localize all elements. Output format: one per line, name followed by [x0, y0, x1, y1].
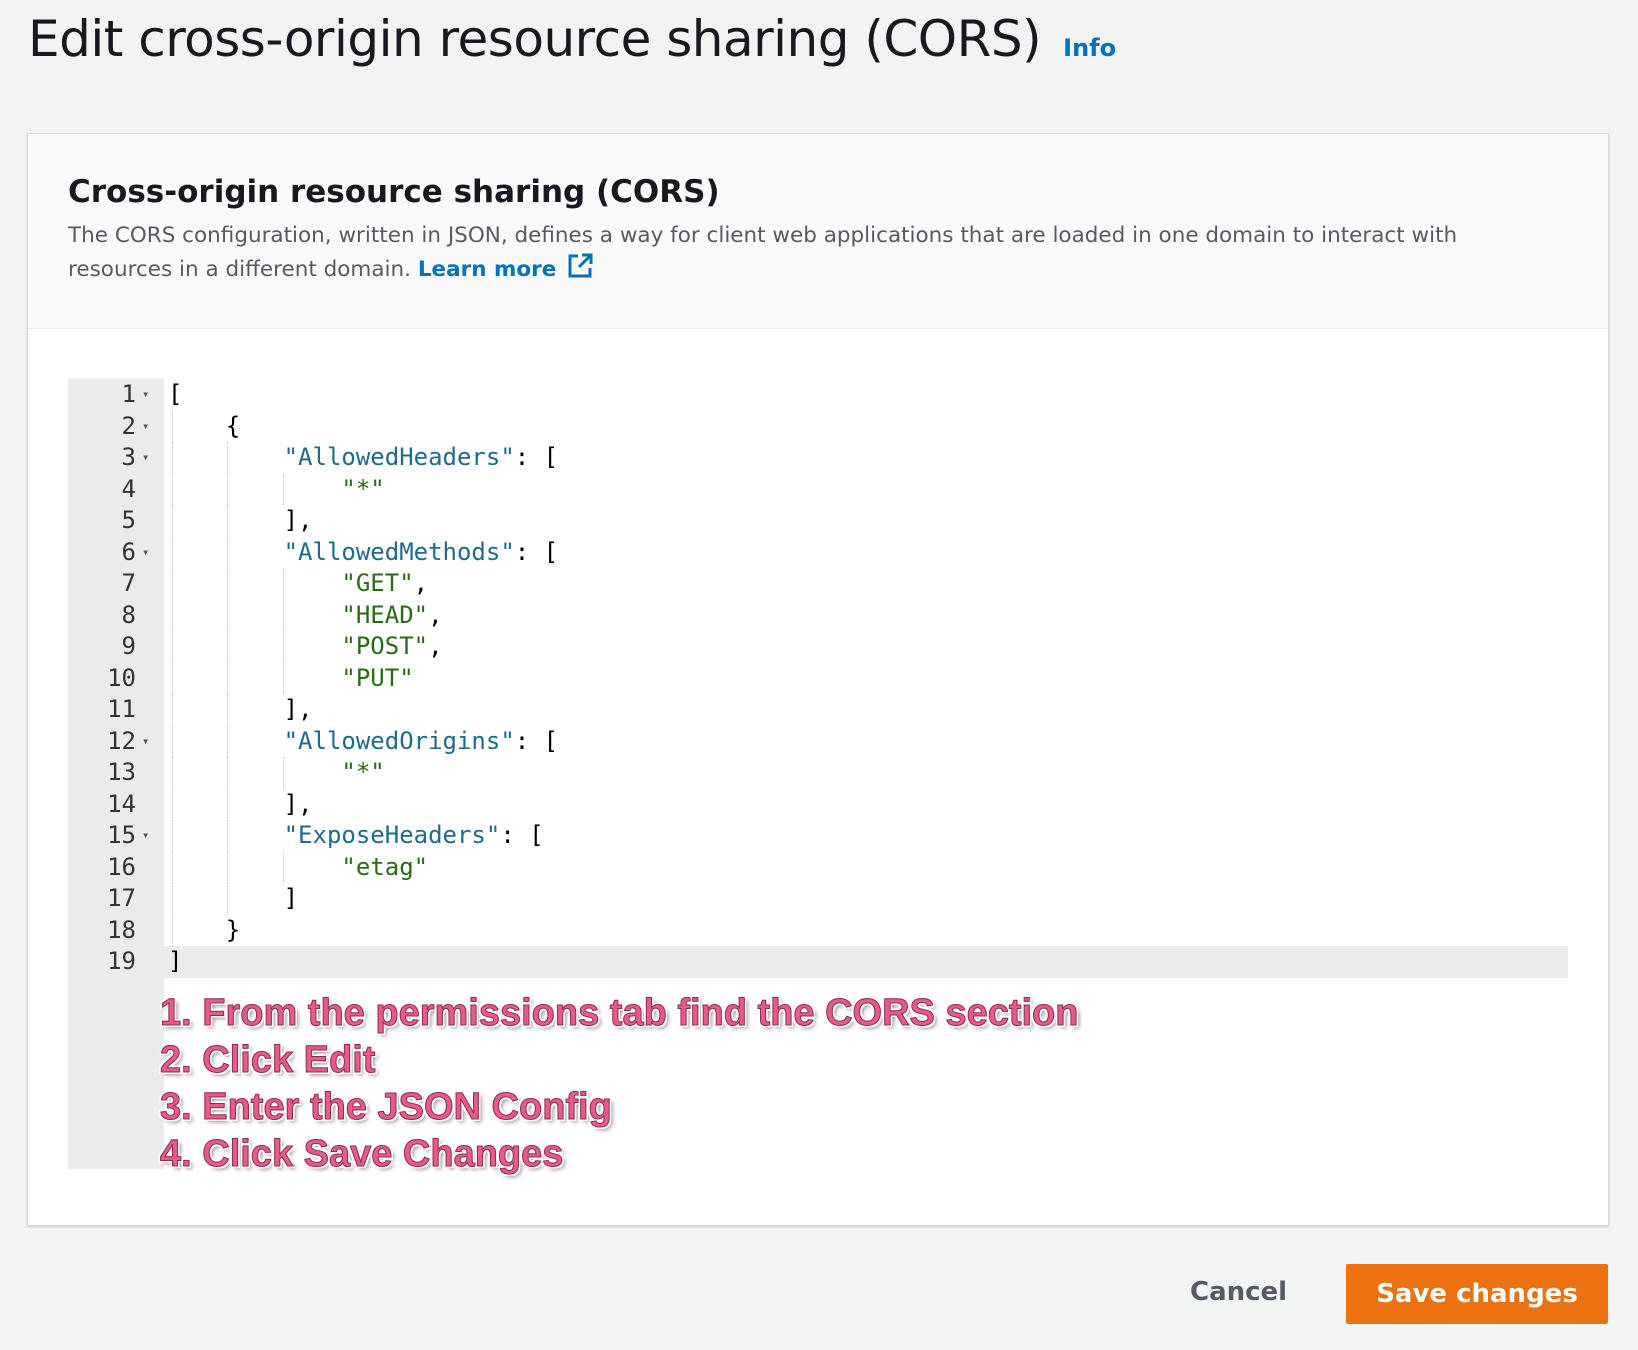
code-text: "ExposeHeaders": [	[283, 821, 544, 849]
code-line[interactable]: 14 ],	[68, 788, 1568, 820]
code-line[interactable]: 8 "HEAD",	[68, 599, 1568, 631]
line-number: 19	[107, 947, 136, 975]
annotation-step: 2. Click Edit	[159, 1039, 376, 1082]
code-text: "GET",	[341, 569, 429, 597]
line-number: 13	[107, 758, 136, 786]
line-number: 6	[121, 537, 136, 566]
line-number: 16	[107, 852, 136, 881]
code-line[interactable]: 10 "PUT"	[68, 662, 1568, 694]
editor-lines[interactable]: 1 ▾[2 ▾ {3 ▾ "AllowedHeaders": [4 "*" 5 ], 6 ▾…	[68, 379, 1568, 978]
line-number: 15	[107, 821, 136, 849]
learn-more-link[interactable]: Learn more	[417, 253, 595, 282]
line-number: 7	[121, 569, 136, 597]
cancel-button[interactable]: Cancel	[1170, 1262, 1307, 1322]
code-text: ],	[168, 789, 313, 818]
save-changes-button[interactable]: Save changes	[1346, 1264, 1608, 1324]
page-title: Edit cross-origin resource sharing (CORS…	[28, 10, 1042, 68]
line-number: 11	[107, 695, 136, 723]
code-text: {	[168, 411, 241, 440]
code-text: ],	[168, 695, 313, 723]
learn-more-label: Learn more	[417, 257, 557, 282]
info-link[interactable]: Info	[1063, 34, 1116, 62]
page-header: Edit cross-origin resource sharing (CORS…	[28, 10, 1116, 68]
code-text: ],	[168, 506, 313, 534]
line-number: 2	[121, 411, 136, 440]
code-line[interactable]: 12 ▾ "AllowedOrigins": [	[68, 725, 1568, 758]
code-line[interactable]: 1 ▾ [	[68, 379, 1568, 411]
code-text: ]	[168, 947, 183, 975]
code-line[interactable]: 16 "etag"	[68, 851, 1568, 883]
code-text: [	[168, 380, 183, 408]
instruction-annotations: 1. From the permissions tab find the COR…	[159, 990, 1079, 1178]
line-number: 4	[121, 474, 136, 503]
code-line[interactable]: 13 "*"	[68, 757, 1568, 789]
code-line[interactable]: 5 ],	[68, 505, 1568, 537]
code-line[interactable]: 2 ▾ {	[68, 410, 1568, 443]
fold-arrow-icon[interactable]: ▾	[142, 820, 149, 852]
code-text: "*"	[341, 758, 385, 786]
code-line[interactable]: 9 "POST",	[68, 631, 1568, 663]
panel-title: Cross-origin resource sharing (CORS)	[68, 174, 720, 210]
panel-description-text: The CORS configuration, written in JSON,…	[68, 223, 1458, 282]
code-text: ]	[168, 884, 299, 912]
code-text: "POST",	[341, 632, 443, 660]
code-line[interactable]: 15 ▾ "ExposeHeaders": [	[68, 820, 1568, 852]
panel-header: Cross-origin resource sharing (CORS) The…	[28, 134, 1608, 329]
code-text: "AllowedHeaders": [	[283, 443, 559, 471]
code-line[interactable]: 7 "GET",	[68, 568, 1568, 600]
code-text: "AllowedOrigins": [	[283, 726, 559, 755]
line-number: 1	[121, 380, 136, 408]
line-number: 5	[121, 506, 136, 534]
code-text: "AllowedMethods": [	[283, 537, 559, 566]
line-number: 12	[107, 726, 136, 755]
line-number: 9	[121, 632, 136, 660]
annotation-step: 4. Click Save Changes	[159, 1133, 564, 1176]
fold-arrow-icon[interactable]: ▾	[142, 411, 149, 443]
annotation-step: 1. From the permissions tab find the COR…	[159, 992, 1079, 1035]
panel-description: The CORS configuration, written in JSON,…	[68, 220, 1568, 290]
code-line[interactable]: 3 ▾ "AllowedHeaders": [	[68, 442, 1568, 474]
code-text: }	[168, 915, 241, 944]
fold-arrow-icon[interactable]: ▾	[142, 537, 149, 569]
line-number: 8	[121, 600, 136, 629]
code-text: "etag"	[341, 852, 429, 881]
line-number: 10	[107, 663, 136, 692]
code-line[interactable]: 19]	[68, 946, 1568, 978]
code-line[interactable]: 11 ],	[68, 694, 1568, 726]
annotation-step: 3. Enter the JSON Config	[159, 1086, 612, 1129]
fold-arrow-icon[interactable]: ▾	[142, 379, 149, 411]
line-number: 17	[107, 884, 136, 912]
code-line[interactable]: 4 "*"	[68, 473, 1568, 505]
fold-arrow-icon[interactable]: ▾	[142, 442, 149, 474]
line-number: 3	[121, 443, 136, 471]
code-text: "*"	[341, 474, 385, 503]
fold-arrow-icon[interactable]: ▾	[142, 726, 149, 758]
code-text: "PUT"	[341, 663, 414, 692]
line-number: 14	[107, 789, 136, 818]
external-link-icon	[566, 252, 594, 290]
code-line[interactable]: 6 ▾ "AllowedMethods": [	[68, 536, 1568, 569]
code-line[interactable]: 17 ]	[68, 883, 1568, 915]
line-number: 18	[107, 915, 136, 944]
code-line[interactable]: 18 }	[68, 914, 1568, 946]
code-text: "HEAD",	[341, 600, 443, 629]
